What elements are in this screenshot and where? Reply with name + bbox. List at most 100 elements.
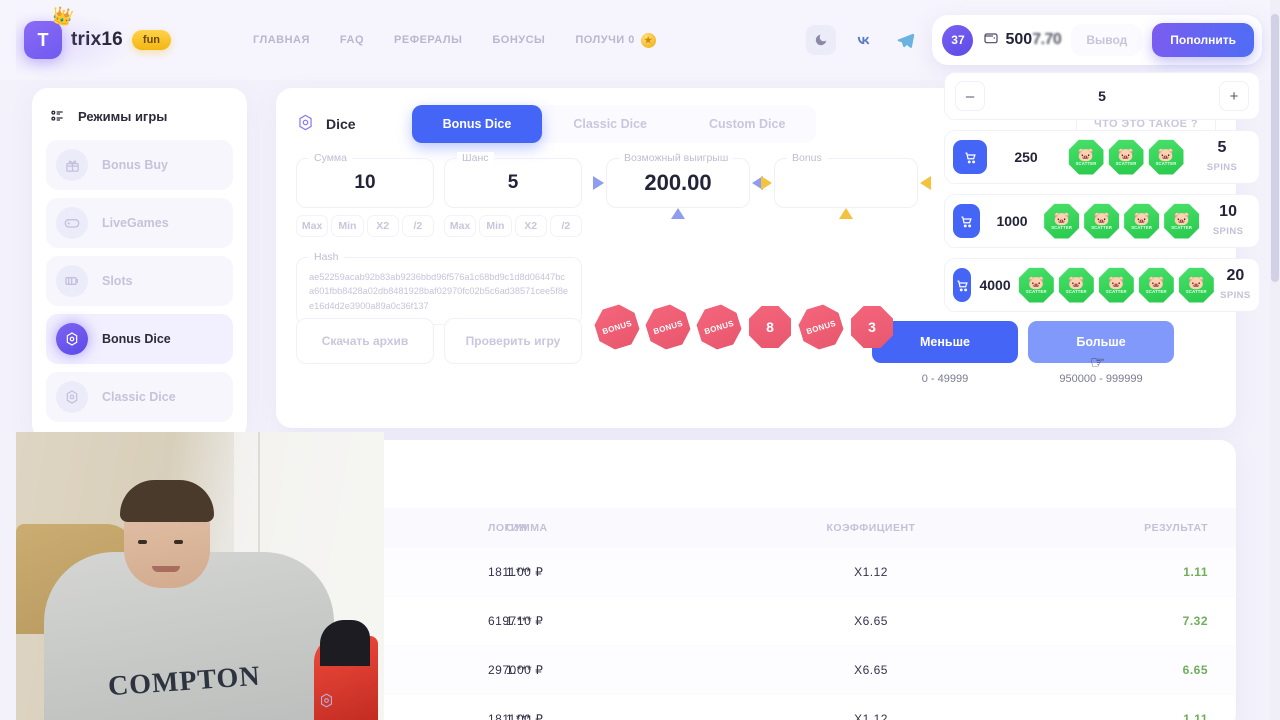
logo[interactable]: T 👑 trix16 fun [16,5,172,79]
dice-icon [56,323,88,355]
amount-min-button[interactable]: Min [331,215,364,237]
sidebar-item-bonus-buy[interactable]: Bonus Buy [46,140,233,190]
balance-amount: 500 7.70 [1005,31,1061,49]
vk-icon[interactable] [848,25,878,55]
chance-x2-button[interactable]: X2 [514,215,547,237]
buy-price: 250 [1014,149,1038,165]
chance-half-button[interactable]: /2 [549,215,582,237]
dice-result: BONUS [591,301,643,353]
buy-row: 4000 🐷 SCATTER 🐷 SCATTER 🐷 SCATTER 🐷 SCATTER… [944,258,1260,312]
tab-bonus-dice[interactable]: Bonus Dice [411,105,543,143]
bonus-right-triangle-icon [920,176,931,190]
crown-icon: 👑 [50,5,75,28]
amount-value: 10 [354,172,376,193]
amount-x2-button[interactable]: X2 [366,215,399,237]
table-row[interactable]: 6197*** 1.10 ₽ X6.65 7.32 [276,597,1236,646]
telegram-icon[interactable] [890,25,920,55]
list-icon [51,110,63,121]
possible-win-field: Возможный выигрыш 200.00 [593,152,763,219]
page-scrollbar[interactable] [1270,0,1280,720]
chance-group: Шанс 5 Max Min X2 /2 [444,152,582,237]
hash-field[interactable]: Hash ae52259acab92b83ab9236bbd96f576a1c6… [296,251,582,325]
spins-label: SPINS [1206,162,1238,173]
lower-button[interactable]: Меньше [872,321,1018,363]
scatter-icon: 🐷 SCATTER [1178,267,1214,303]
logo-letter: T [37,29,49,50]
dice-result: 8 [749,306,791,348]
main-nav: ГЛАВНАЯ FAQ РЕФЕРАЛЫ БОНУСЫ ПОЛУЧИ 0 ★ [253,32,656,48]
withdraw-button[interactable]: Вывод [1071,24,1143,56]
download-archive-button[interactable]: Скачать архив [296,318,434,364]
amount-label: Сумма [309,152,352,164]
gamepad-icon [56,207,88,239]
game-title-label: Dice [326,116,356,132]
bonus-left-triangle-icon [761,176,772,190]
game-modes-sidebar: Режимы игры Bonus Buy LiveGames Slots Bo… [32,88,247,440]
stepper-plus-button[interactable]: + [1218,81,1249,111]
bonus-group: Bonus [761,152,931,237]
bonus-label: Bonus [787,152,827,164]
nav-item-referrals[interactable]: РЕФЕРАЛЫ [394,34,462,46]
sidebar-item-bonus-dice[interactable]: Bonus Dice [46,314,233,364]
webcam-person-eye-left [138,540,147,544]
table-row[interactable]: 1811*** 1.00 ₽ X1.12 1.11 [276,695,1236,720]
buy-row: 1000 🐷 SCATTER 🐷 SCATTER 🐷 SCATTER 🐷 SCATTER… [944,194,1260,248]
sidebar-item-label: Slots [102,274,133,288]
nav-item-home[interactable]: ГЛАВНАЯ [253,34,310,46]
amount-half-button[interactable]: /2 [401,215,434,237]
cell-coefficient: X1.12 [854,565,888,579]
chance-field[interactable]: Шанс 5 [444,152,582,208]
possible-win-value: 200.00 [644,170,712,195]
coin-icon: ★ [640,32,656,48]
webcam-overlay[interactable]: COMPTON [16,432,384,720]
scrollbar-thumb[interactable] [1271,14,1279,282]
moon-icon[interactable] [806,25,837,55]
nav-item-claim[interactable]: ПОЛУЧИ 0 ★ [575,32,656,48]
scatter-icon: 🐷 SCATTER [1164,203,1200,239]
nav-item-faq[interactable]: FAQ [340,34,364,46]
buy-row: 250 🐷 SCATTER 🐷 SCATTER 🐷 SCATTER 5 SPINS [944,130,1260,184]
bonus-field: Bonus [761,152,931,219]
table-row[interactable]: 2970*** 1.00 ₽ X6.65 6.65 [276,646,1236,695]
sidebar-item-classic-dice[interactable]: Classic Dice [46,372,233,422]
cell-amount: 1.00 ₽ [506,663,544,677]
scatter-icon: 🐷 SCATTER [1058,267,1094,303]
balance-display[interactable]: 500 7.70 [983,30,1062,51]
chance-min-button[interactable]: Min [479,215,512,237]
tab-classic-dice[interactable]: Classic Dice [542,105,678,143]
fun-badge: fun [131,30,172,50]
sidebar-item-livegames[interactable]: LiveGames [46,198,233,248]
sidebar-item-slots[interactable]: Slots [46,256,233,306]
cell-coefficient: X6.65 [854,614,888,628]
amount-max-button[interactable]: Max [296,215,329,237]
deposit-button[interactable]: Пополнить [1152,23,1254,57]
dice-result: BONUS [642,301,694,353]
column-header-coefficient: КОЭФФИЦИЕНТ [826,522,916,534]
chance-modifiers: Max Min X2 /2 [444,215,582,237]
column-header-result: РЕЗУЛЬТАТ [1144,522,1208,534]
tab-custom-dice[interactable]: Custom Dice [678,105,816,143]
buy-price: 4000 [979,277,1011,293]
spins-info: 5 SPINS [1193,139,1251,175]
cart-icon[interactable] [953,268,972,302]
game-mode-tabs: Bonus Dice Classic Dice Custom Dice [411,105,817,143]
bonus-bottom-triangle-icon [839,208,853,219]
level-badge[interactable]: 37 [942,24,974,56]
scatter-icon: 🐷 SCATTER [1138,267,1174,303]
possible-win-label: Возможный выигрыш [619,152,734,164]
nav-item-bonuses[interactable]: БОНУСЫ [492,34,545,46]
dice-result: BONUS [795,301,847,353]
balance-rolling-digits: 7.70 [1032,31,1062,48]
table-row[interactable]: 1811*** 1.00 ₽ X1.12 1.11 [276,548,1236,597]
verify-game-button[interactable]: Проверить игру [444,318,582,364]
column-header-amount: СУММА [506,522,548,534]
balance-main: 500 [1005,31,1033,48]
amount-field[interactable]: Сумма 10 [296,152,434,208]
webcam-person-hair [120,480,214,522]
cart-icon[interactable] [953,140,987,174]
buy-price: 1000 [996,213,1028,229]
chance-max-button[interactable]: Max [444,215,477,237]
cart-icon[interactable] [953,204,980,238]
stepper-minus-button[interactable]: – [955,81,985,111]
nav-item-claim-label: ПОЛУЧИ 0 [575,34,635,46]
